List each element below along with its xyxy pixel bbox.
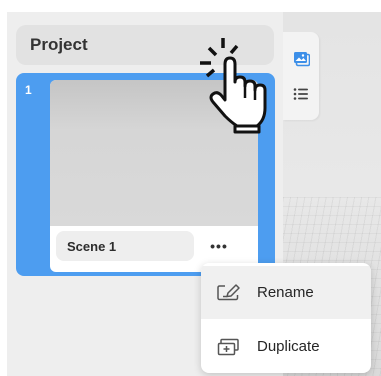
scene-index: 1: [25, 83, 32, 97]
menu-item-duplicate[interactable]: Duplicate: [201, 320, 371, 373]
menu-item-rename[interactable]: Rename: [201, 266, 371, 319]
ellipsis-icon: •••: [210, 238, 228, 254]
scene-name-label: Scene 1: [67, 238, 117, 254]
pointing-hand-icon: [200, 38, 267, 134]
more-options-button[interactable]: •••: [208, 235, 230, 257]
image-icon: [294, 52, 310, 67]
duplicate-icon: [215, 336, 243, 358]
rename-icon: [215, 282, 243, 304]
context-menu: Rename Duplicate: [201, 263, 371, 373]
scene-editor: Project 1 Scene 1 ••• Rename Duplicate: [0, 0, 381, 376]
tab-images[interactable]: [283, 40, 319, 76]
menu-item-label: Duplicate: [257, 338, 320, 355]
tab-list[interactable]: [283, 76, 319, 112]
menu-item-label: Rename: [257, 284, 314, 301]
list-icon: [293, 88, 308, 100]
scene-name-field[interactable]: Scene 1: [56, 231, 194, 261]
project-title: Project: [30, 35, 88, 54]
side-tab-strip: [283, 32, 319, 120]
